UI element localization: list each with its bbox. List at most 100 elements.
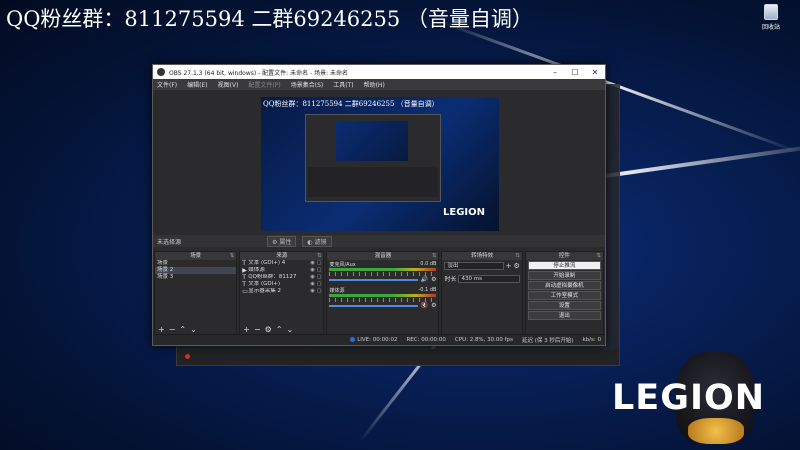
speaker-icon[interactable]: 🔊 <box>421 276 428 283</box>
speaker-muted-icon[interactable]: 🔇 <box>421 302 428 309</box>
lock-icon[interactable]: ▢ <box>317 260 322 267</box>
duration-input[interactable]: 430 ms <box>458 274 520 283</box>
source-settings-gear-icon[interactable]: ⚙ <box>265 325 272 334</box>
channel-name: 媒体源 <box>329 288 345 294</box>
studio-mode-button[interactable]: 工作室模式 <box>527 291 601 300</box>
move-up-icon[interactable]: ⌃ <box>179 325 186 334</box>
mixer-channel: 媒体源 -0.1 dB 🔇 ⚙ <box>327 286 438 309</box>
dock-pin-icon[interactable]: ⇅ <box>432 252 437 260</box>
visibility-eye-icon[interactable]: ◉ <box>310 281 314 288</box>
scenes-dock: 场景 ⇅ 场景 场景 2 场景 3 + − ⌃ ⌄ <box>154 251 238 335</box>
source-item[interactable]: ▶ 媒体源 ◉ ▢ <box>240 267 323 274</box>
dock-pin-icon[interactable]: ⇅ <box>515 252 520 260</box>
lock-icon[interactable]: ▢ <box>317 267 322 274</box>
lock-icon[interactable]: ▢ <box>317 274 322 281</box>
dock-pin-icon[interactable]: ⇅ <box>317 252 322 260</box>
scenes-header: 场景 ⇅ <box>155 252 237 260</box>
transitions-header-label: 转场特效 <box>471 253 494 259</box>
channel-db: 0.0 dB <box>420 261 437 267</box>
settings-button[interactable]: 设置 <box>527 301 601 310</box>
move-down-icon[interactable]: ⌄ <box>190 325 197 334</box>
visibility-eye-icon[interactable]: ◉ <box>310 288 314 295</box>
maximize-icon[interactable]: ☐ <box>565 68 585 77</box>
sources-footer: + − ⚙ ⌃ ⌄ <box>240 324 323 334</box>
visibility-eye-icon[interactable]: ◉ <box>310 274 314 281</box>
transition-type-select[interactable]: 淡出 <box>444 262 504 270</box>
dock-pin-icon[interactable]: ⇅ <box>230 252 235 260</box>
recycle-bin-label: 回收站 <box>761 24 780 31</box>
minimize-icon[interactable]: – <box>545 68 565 77</box>
source-item[interactable]: T 文本 (GDI+) 4 ◉ ▢ <box>240 260 323 267</box>
remove-scene-icon[interactable]: − <box>169 325 176 334</box>
menu-tools[interactable]: 工具(T) <box>333 80 353 89</box>
transition-gear-icon[interactable]: ⚙ <box>513 262 519 270</box>
properties-button[interactable]: ⚙ 属性 <box>267 235 297 247</box>
stream-delay-status: 延迟 (保 3 秒后开始) <box>521 338 574 344</box>
channel-db: -0.1 dB <box>418 287 437 293</box>
source-item[interactable]: T QQ粉丝群：81127 ◉ ▢ <box>240 274 323 281</box>
preview-canvas[interactable]: QQ粉丝群：811275594 二群69246255 （音量自调） LEGION <box>261 97 499 231</box>
source-item[interactable]: T 文本 (GDI+) ◉ ▢ <box>240 281 323 288</box>
live-status: LIVE: 00:00:02 <box>350 337 397 343</box>
obs-docks: 场景 ⇅ 场景 场景 2 场景 3 + − ⌃ ⌄ 来源 ⇅ T 文本 (GDI+) … <box>153 251 605 335</box>
volume-slider[interactable] <box>329 278 418 281</box>
scene-item[interactable]: 场景 <box>155 260 236 267</box>
menu-file[interactable]: 文件(F) <box>157 80 177 89</box>
preview-overlay-text: QQ粉丝群：811275594 二群69246255 （音量自调） <box>263 100 439 108</box>
scene-item[interactable]: 场景 3 <box>155 274 236 281</box>
channel-name: 麦克风/Aux <box>329 262 356 268</box>
controls-dock: 控件 ⇅ 停止推流 开始录制 启动虚拟摄像机 工作室模式 设置 退出 <box>524 251 604 335</box>
mixer-header-label: 混音器 <box>374 253 392 259</box>
duration-label: 时长 <box>444 276 457 283</box>
recycle-bin-icon <box>764 4 778 20</box>
mixer-channel: 麦克风/Aux 0.0 dB 🔊 ⚙ <box>327 260 438 283</box>
nested-obs-preview <box>305 114 441 202</box>
add-scene-icon[interactable]: + <box>158 325 165 334</box>
obs-window-title: OBS 27.1.3 (64 bit, windows) - 配置文件: 未命名… <box>169 69 349 77</box>
menu-scene-collection[interactable]: 场景集合(S) <box>291 80 324 89</box>
filters-button-label: 滤镜 <box>314 238 327 246</box>
add-source-icon[interactable]: + <box>243 325 250 334</box>
controls-header-label: 控件 <box>558 253 570 259</box>
volume-slider[interactable] <box>329 304 418 307</box>
preview-toolbar: 未选择源 ⚙ 属性 ◐ 滤镜 <box>153 235 605 247</box>
nested-preview-image <box>336 121 408 161</box>
menu-help[interactable]: 帮助(H) <box>364 80 385 89</box>
menu-edit[interactable]: 编辑(E) <box>187 80 207 89</box>
source-item-label: 显示器采集 2 <box>248 288 281 294</box>
visibility-eye-icon[interactable]: ◉ <box>310 267 314 274</box>
sources-header: 来源 ⇅ <box>240 252 324 260</box>
remove-source-icon[interactable]: − <box>254 325 261 334</box>
lock-icon[interactable]: ▢ <box>317 281 322 288</box>
obs-window[interactable]: OBS 27.1.3 (64 bit, windows) - 配置文件: 未命名… <box>152 64 606 346</box>
source-item-label: 文本 (GDI+) 4 <box>248 260 286 266</box>
recycle-bin[interactable]: 回收站 <box>756 4 786 31</box>
add-transition-icon[interactable]: + <box>506 262 512 270</box>
visibility-eye-icon[interactable]: ◉ <box>310 260 314 267</box>
lock-icon[interactable]: ▢ <box>317 288 322 295</box>
stop-streaming-button[interactable]: 停止推流 <box>527 261 601 270</box>
dock-pin-icon[interactable]: ⇅ <box>596 252 601 260</box>
menu-profile[interactable]: 配置文件(P) <box>248 80 280 89</box>
legion-logo: LEGION <box>612 378 766 418</box>
transitions-header: 转场特效 ⇅ <box>442 252 522 260</box>
exit-button[interactable]: 退出 <box>527 311 601 320</box>
source-item[interactable]: ▭ 显示器采集 2 ◉ ▢ <box>240 288 323 295</box>
scene-item-selected[interactable]: 场景 2 <box>155 267 237 274</box>
gear-icon[interactable]: ⚙ <box>431 302 436 309</box>
obs-titlebar[interactable]: OBS 27.1.3 (64 bit, windows) - 配置文件: 未命名… <box>153 65 605 79</box>
start-virtual-camera-button[interactable]: 启动虚拟摄像机 <box>527 281 601 290</box>
move-up-icon[interactable]: ⌃ <box>276 325 283 334</box>
sources-header-label: 来源 <box>276 253 288 259</box>
live-time: LIVE: 00:00:02 <box>357 337 398 343</box>
obs-status-bar: LIVE: 00:00:02 REC: 00:00:00 CPU: 2.8%, … <box>153 334 605 345</box>
filters-button[interactable]: ◐ 滤镜 <box>302 235 332 247</box>
move-down-icon[interactable]: ⌄ <box>287 325 294 334</box>
gear-icon[interactable]: ⚙ <box>431 276 436 283</box>
live-indicator-icon <box>350 337 356 342</box>
start-recording-button[interactable]: 开始录制 <box>527 271 601 280</box>
source-item-label: QQ粉丝群：81127 <box>248 274 297 280</box>
menu-view[interactable]: 视图(V) <box>218 80 239 89</box>
source-item-label: 文本 (GDI+) <box>248 281 281 287</box>
close-icon[interactable]: ✕ <box>585 68 605 77</box>
